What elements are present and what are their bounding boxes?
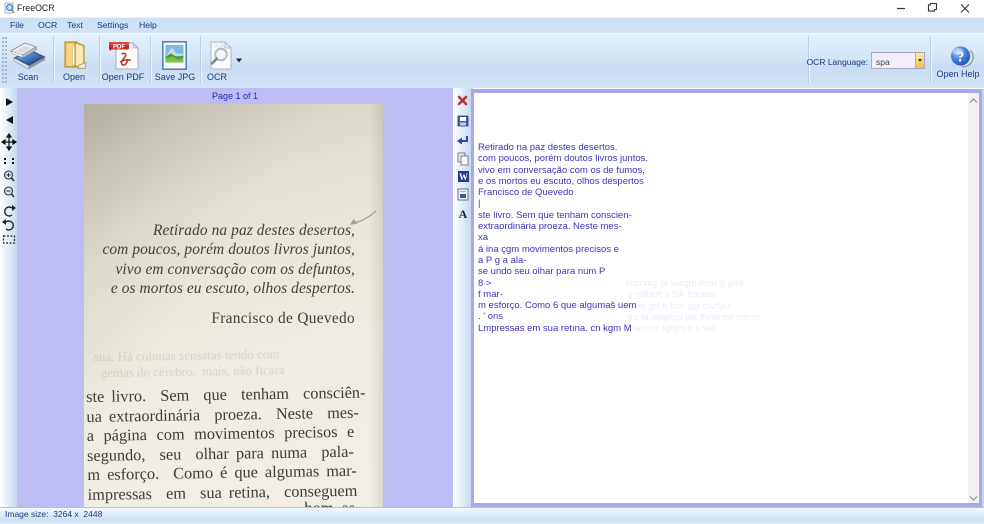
svg-text:?: ? [957,50,965,66]
svg-text:W: W [459,172,468,182]
svg-text:A: A [459,207,468,221]
svg-text:PDF: PDF [113,44,125,50]
